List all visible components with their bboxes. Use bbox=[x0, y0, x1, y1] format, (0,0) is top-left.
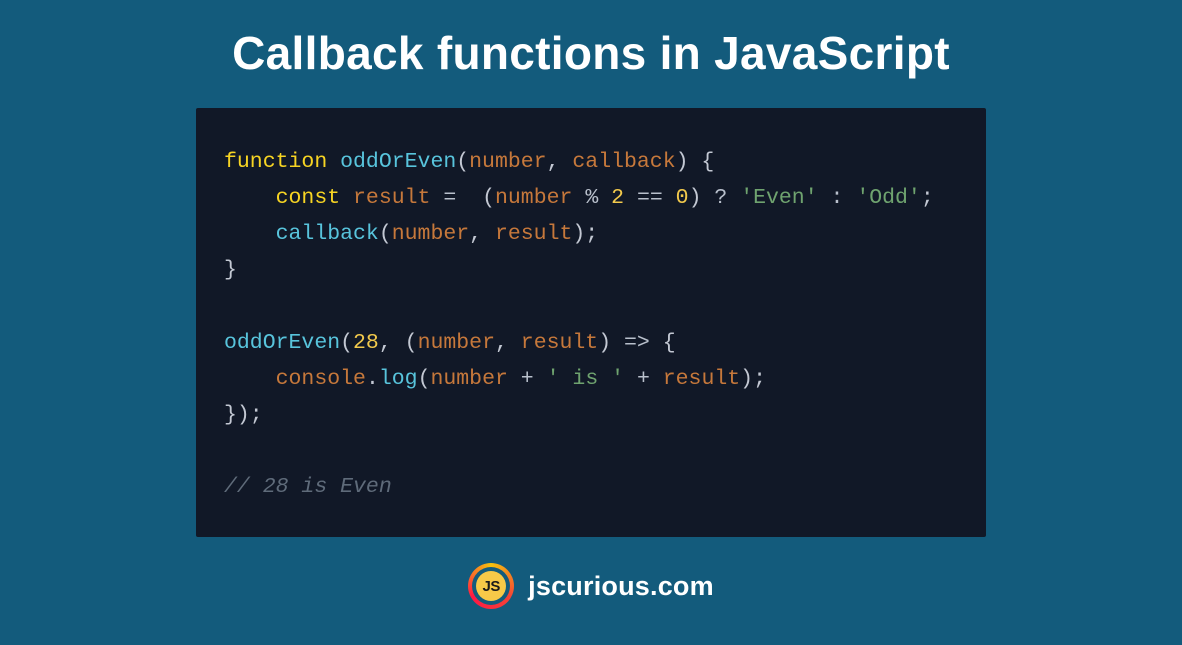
cb-param-number: number bbox=[418, 331, 495, 355]
num-0: 0 bbox=[676, 186, 689, 210]
footer: JS jscurious.com bbox=[468, 563, 714, 609]
cb-param-result: result bbox=[521, 331, 598, 355]
keyword-function: function bbox=[224, 150, 327, 174]
param-callback: callback bbox=[572, 150, 675, 174]
comment-output: // 28 is Even bbox=[224, 475, 392, 499]
call-callback: callback bbox=[276, 222, 379, 246]
site-name: jscurious.com bbox=[528, 571, 714, 602]
num-28: 28 bbox=[353, 331, 379, 355]
op-eq: == bbox=[637, 186, 663, 210]
str-even: 'Even' bbox=[740, 186, 817, 210]
arg-number: number bbox=[392, 222, 469, 246]
page-title: Callback functions in JavaScript bbox=[232, 26, 950, 80]
keyword-const: const bbox=[276, 186, 341, 210]
str-odd: 'Odd' bbox=[856, 186, 921, 210]
num-2: 2 bbox=[611, 186, 624, 210]
op-mod: % bbox=[585, 186, 598, 210]
logo-icon: JS bbox=[468, 563, 514, 609]
arrow: => bbox=[624, 331, 650, 355]
str-is: ' is ' bbox=[547, 367, 624, 391]
ref-number: number bbox=[495, 186, 572, 210]
var-result: result bbox=[353, 186, 430, 210]
log-arg-result: result bbox=[663, 367, 740, 391]
logo-text: JS bbox=[476, 571, 506, 601]
log-arg-number: number bbox=[430, 367, 507, 391]
arg-result: result bbox=[495, 222, 572, 246]
call-oddoreven: oddOrEven bbox=[224, 331, 340, 355]
function-name: oddOrEven bbox=[340, 150, 456, 174]
obj-console: console bbox=[276, 367, 366, 391]
param-number: number bbox=[469, 150, 546, 174]
code-block: function oddOrEven(number, callback) { c… bbox=[196, 108, 986, 537]
fn-log: log bbox=[379, 367, 418, 391]
